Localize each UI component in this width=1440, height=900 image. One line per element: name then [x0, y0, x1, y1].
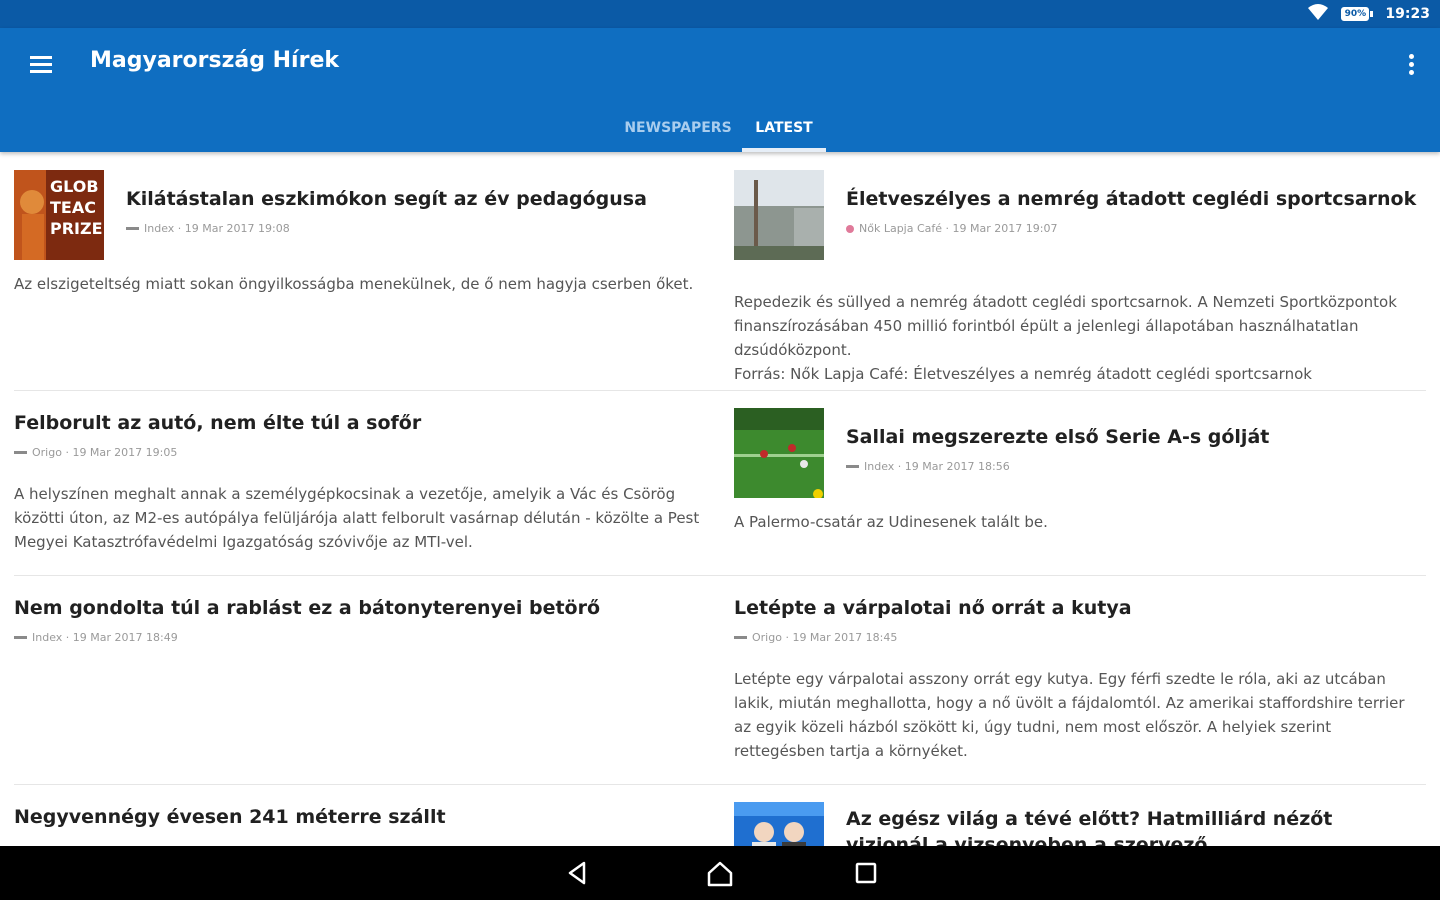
article-title: Felborult az autó, nem élte túl a sofőr [14, 412, 422, 434]
article-title: Letépte a várpalotai nő orrát a kutya [734, 597, 1132, 619]
divider [14, 390, 1426, 391]
article-card[interactable]: Felborult az autó, nem élte túl a sofőr … [14, 408, 704, 568]
article-description: A Palermo-csatár az Udinesenek talált be… [734, 513, 1048, 531]
battery-level: 90% [1341, 7, 1370, 21]
article-title: Életveszélyes a nemrég átadott ceglédi s… [846, 188, 1417, 210]
source-icon [126, 227, 139, 230]
article-title: Sallai megszerezte első Serie A-s gólját [846, 426, 1270, 448]
article-description: Repedezik és süllyed a nemrég átadott ce… [734, 293, 1397, 359]
source-icon [14, 636, 27, 639]
thumbnail-text: GLOB TEAC PRIZE [50, 177, 103, 238]
article-card[interactable]: Életveszélyes a nemrég átadott ceglédi s… [734, 170, 1426, 390]
article-meta: Index · 19 Mar 2017 18:49 [14, 631, 178, 644]
news-list: GLOB TEAC PRIZE Kilátástalan eszkimókon … [0, 152, 1440, 846]
menu-icon[interactable] [26, 50, 56, 80]
recents-icon[interactable] [850, 858, 882, 888]
tab-bar: NEWSPAPERS LATEST [0, 114, 1440, 152]
source-icon [734, 636, 747, 639]
article-thumbnail [734, 408, 824, 498]
article-meta: Index · 19 Mar 2017 18:56 [846, 460, 1010, 473]
article-thumbnail [734, 802, 824, 846]
article-title: Kilátástalan eszkimókon segít az év peda… [126, 188, 647, 210]
back-icon[interactable] [562, 858, 594, 888]
article-card[interactable]: Negyvennégy évesen 241 méterre szállt [14, 802, 704, 846]
status-bar: 90% 19:23 [0, 0, 1440, 28]
source-icon [14, 451, 27, 454]
article-card[interactable]: Sallai megszerezte első Serie A-s gólját… [734, 408, 1426, 568]
divider [14, 784, 1426, 785]
article-meta: Origo · 19 Mar 2017 19:05 [14, 446, 177, 459]
article-description: Letépte egy várpalotai asszony orrát egy… [734, 670, 1405, 760]
more-options-icon[interactable] [1404, 50, 1420, 80]
article-card[interactable]: Nem gondolta túl a rablást ez a bátonyte… [14, 593, 704, 773]
article-thumbnail: GLOB TEAC PRIZE [14, 170, 104, 260]
app-title: Magyarország Hírek [90, 48, 339, 73]
article-title: Negyvennégy évesen 241 méterre szállt [14, 806, 446, 828]
article-meta: Index · 19 Mar 2017 19:08 [126, 222, 290, 235]
tab-newspapers[interactable]: NEWSPAPERS [618, 114, 738, 152]
article-card[interactable]: Letépte a várpalotai nő orrát a kutya Or… [734, 593, 1426, 773]
source-icon [846, 465, 859, 468]
home-icon[interactable] [704, 858, 736, 888]
article-title: Az egész világ a tévé előtt? Hatmilliárd… [846, 808, 1333, 846]
tab-latest[interactable]: LATEST [742, 114, 826, 152]
article-meta: Nők Lapja Café · 19 Mar 2017 19:07 [846, 222, 1057, 235]
article-card[interactable]: Az egész világ a tévé előtt? Hatmilliárd… [734, 802, 1426, 846]
source-icon [846, 224, 854, 233]
article-description: Az elszigeteltség miatt sokan öngyilkoss… [14, 275, 694, 293]
battery-icon: 90% [1341, 7, 1374, 21]
article-meta: Origo · 19 Mar 2017 18:45 [734, 631, 897, 644]
article-thumbnail [734, 170, 824, 260]
wifi-icon [1307, 3, 1329, 25]
article-source-note: Forrás: Nők Lapja Café: Életveszélyes a … [734, 365, 1312, 383]
article-title: Nem gondolta túl a rablást ez a bátonyte… [14, 597, 601, 619]
divider [14, 575, 1426, 576]
article-card[interactable]: GLOB TEAC PRIZE Kilátástalan eszkimókon … [14, 170, 704, 390]
status-icons: 90% 19:23 [1307, 4, 1430, 24]
app-bar: Magyarország Hírek NEWSPAPERS LATEST [0, 28, 1440, 152]
clock: 19:23 [1385, 6, 1430, 22]
article-description: A helyszínen meghalt annak a személygépk… [14, 485, 700, 551]
system-nav-bar [0, 846, 1440, 900]
